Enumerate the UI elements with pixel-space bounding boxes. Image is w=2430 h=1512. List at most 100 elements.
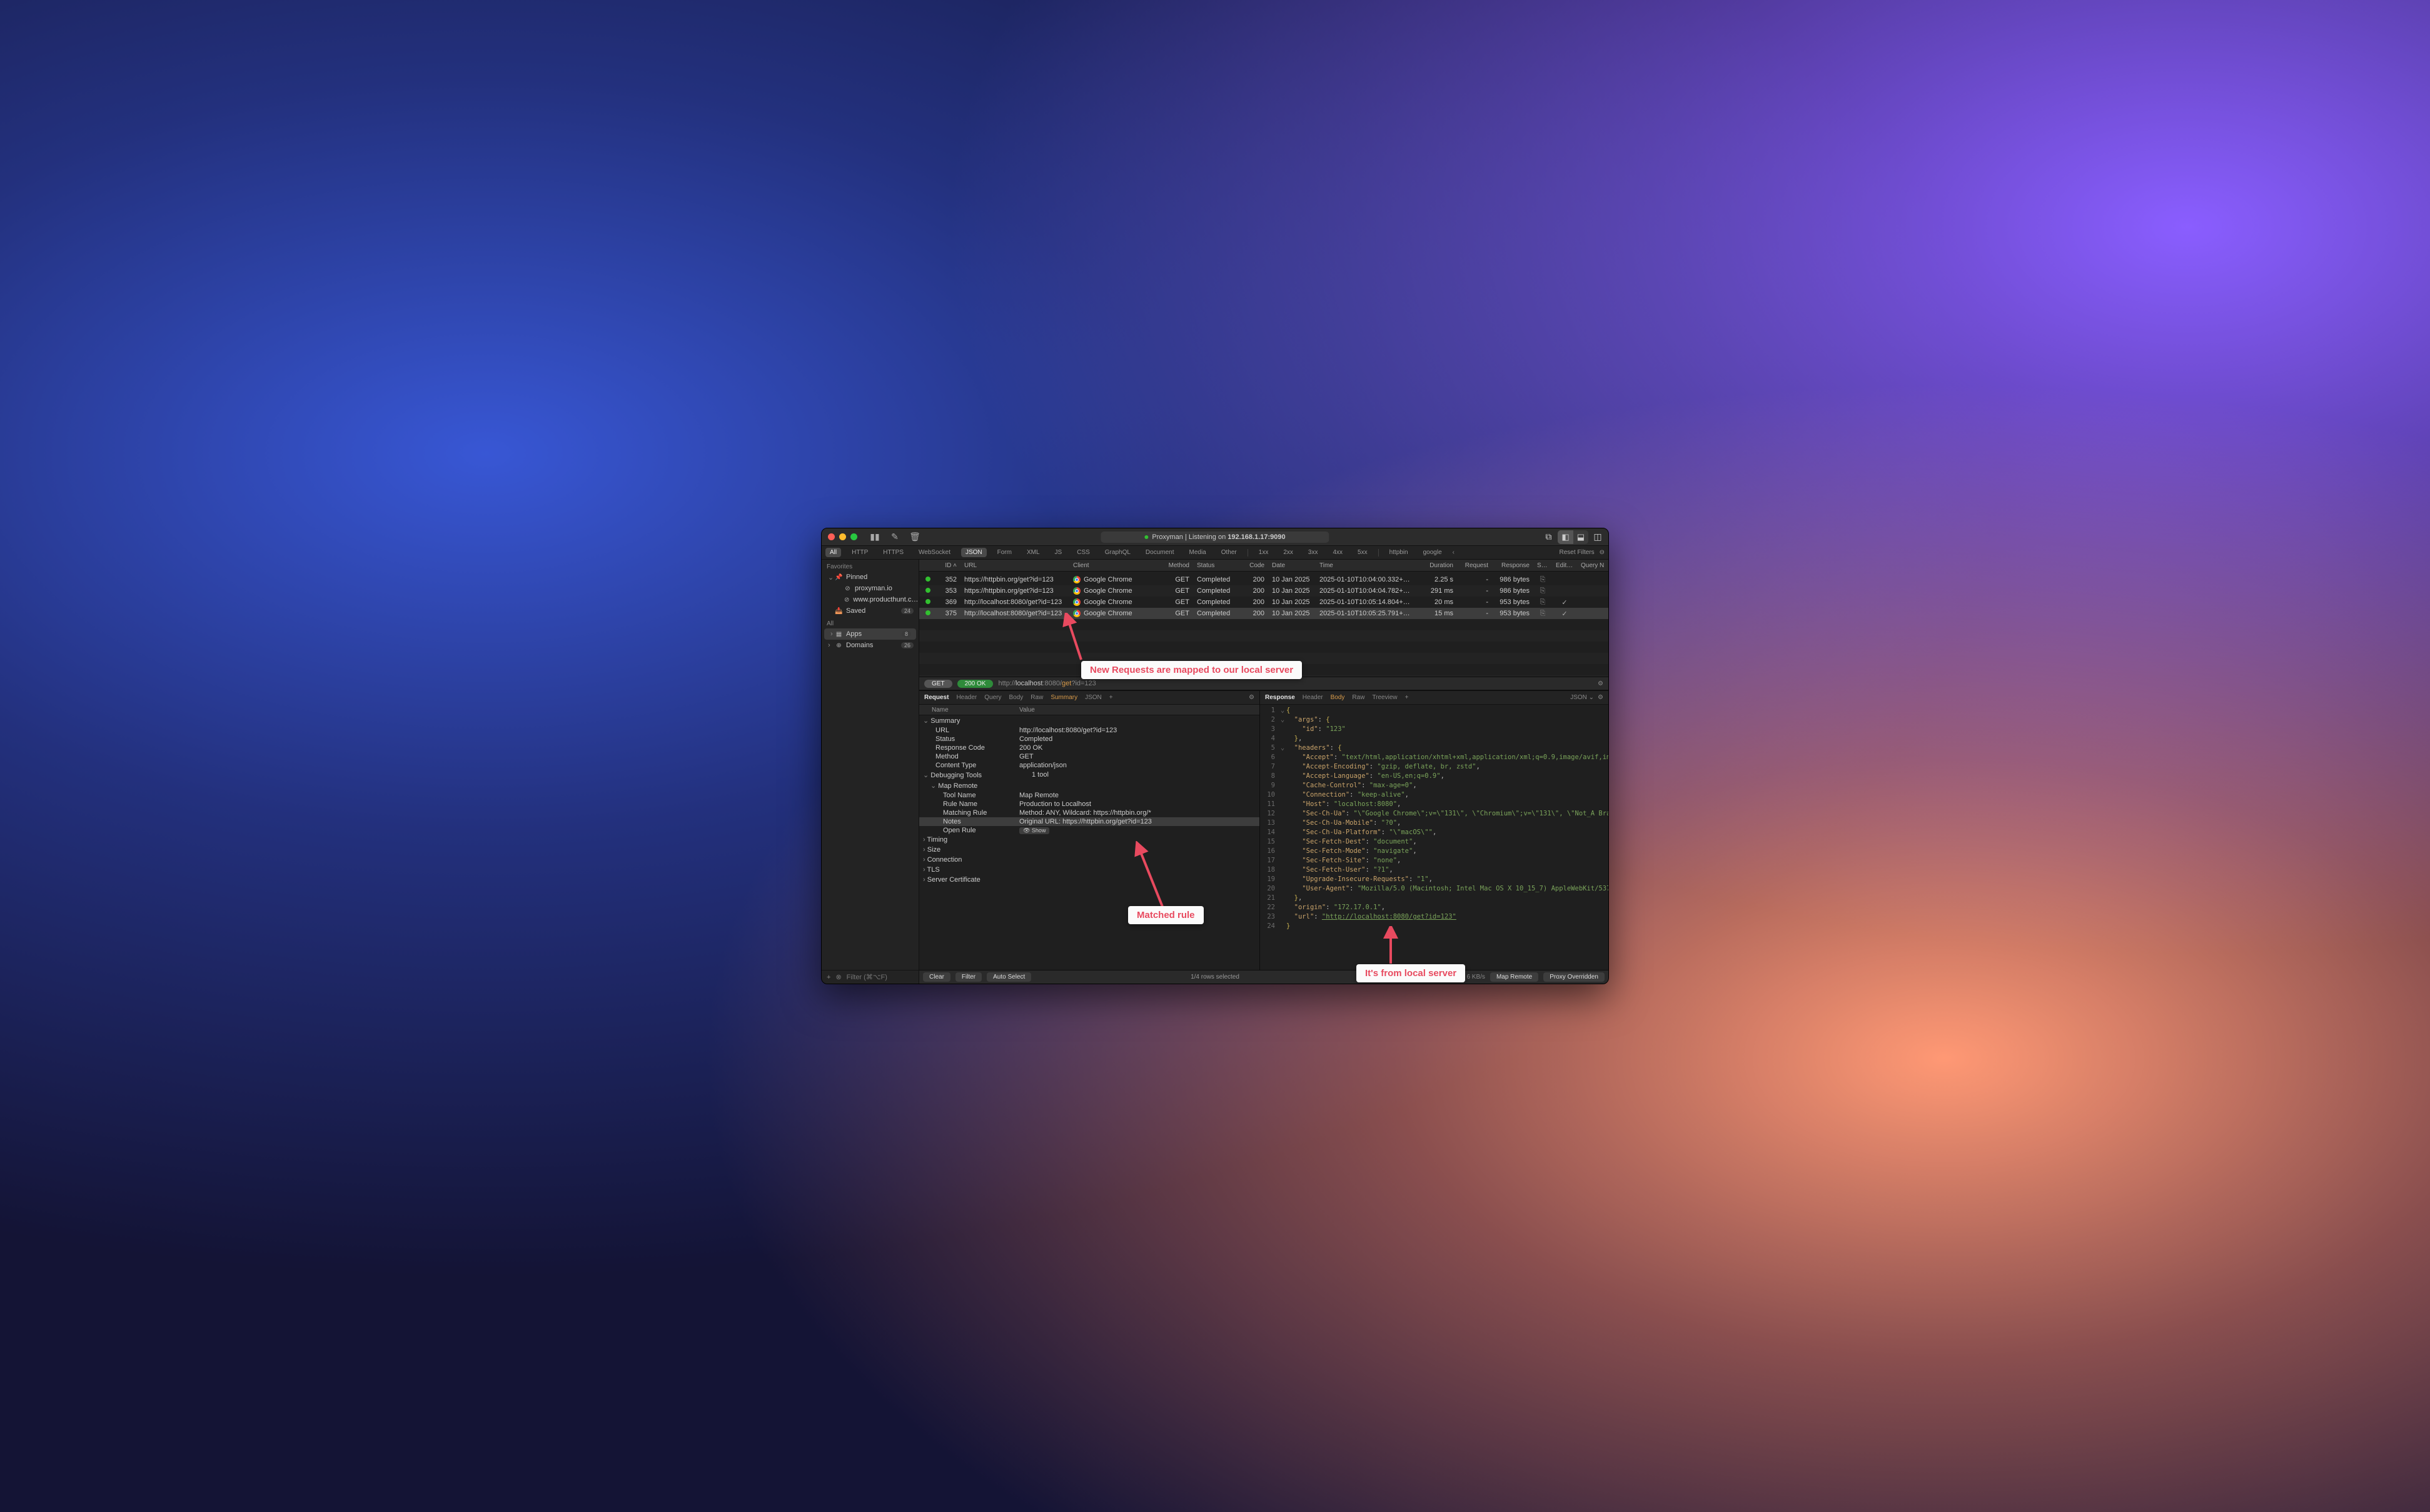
col-client[interactable]: Client	[1069, 562, 1157, 569]
res-tab-body[interactable]: Body	[1331, 694, 1345, 701]
trash-icon[interactable]: 🗑	[910, 533, 919, 542]
filter-tab-js[interactable]: JS	[1051, 548, 1067, 557]
filter-tab-document[interactable]: Document	[1141, 548, 1179, 557]
filter-tab-5xx[interactable]: 5xx	[1353, 548, 1372, 557]
col-query[interactable]: Query N	[1577, 562, 1608, 569]
layout-bottom-icon[interactable]: ⬓	[1573, 530, 1588, 544]
filter-button[interactable]: Filter	[955, 972, 982, 982]
kv-section[interactable]: Size	[919, 845, 1259, 855]
col-method[interactable]: Method	[1157, 562, 1193, 569]
add-button[interactable]: +	[827, 974, 830, 981]
kv-section[interactable]: Summary	[919, 715, 1259, 726]
kv-section[interactable]: Timing	[919, 835, 1259, 845]
kv-row[interactable]: Open Rule👁 Show	[919, 826, 1259, 835]
filter-tab-graphql[interactable]: GraphQL	[1101, 548, 1135, 557]
filter-tab-websocket[interactable]: WebSocket	[914, 548, 955, 557]
add-tab-icon[interactable]: +	[1109, 694, 1113, 701]
col-url[interactable]: URL	[960, 562, 1069, 569]
col-id[interactable]: ID ˄	[933, 562, 960, 569]
reset-filters-button[interactable]: Reset Filters	[1559, 549, 1594, 556]
filter-tab-3xx[interactable]: 3xx	[1304, 548, 1323, 557]
res-tab-header[interactable]: Header	[1303, 694, 1323, 701]
pinned-item[interactable]: ⊘proxyman.io	[822, 583, 919, 594]
filter-tab-http[interactable]: HTTP	[847, 548, 872, 557]
kv-row[interactable]: NotesOriginal URL: https://httpbin.org/g…	[919, 817, 1259, 826]
filter-tab-4xx[interactable]: 4xx	[1328, 548, 1347, 557]
req-tab-json[interactable]: JSON	[1085, 694, 1102, 701]
table-row[interactable]: 353https://httpbin.org/get?id=123Google …	[919, 585, 1608, 597]
zoom-window-button[interactable]	[850, 533, 857, 540]
filter-tab-media[interactable]: Media	[1185, 548, 1211, 557]
col-status[interactable]: Status	[1193, 562, 1237, 569]
kv-row[interactable]: MethodGET	[919, 752, 1259, 761]
json-viewer[interactable]: 1⌄{2⌄ "args": {3 "id": "123"4 },5⌄ "head…	[1260, 705, 1608, 970]
auto-select-button[interactable]: Auto Select	[987, 972, 1031, 982]
filter-tab-https[interactable]: HTTPS	[879, 548, 908, 557]
filter-tab-xml[interactable]: XML	[1022, 548, 1044, 557]
kv-section[interactable]: Server Certificate	[919, 875, 1259, 885]
proxy-overridden-button[interactable]: Proxy Overridden	[1543, 972, 1605, 982]
filter-tab-form[interactable]: Form	[993, 548, 1016, 557]
req-tab-query[interactable]: Query	[984, 694, 1001, 701]
res-tab-raw[interactable]: Raw	[1352, 694, 1364, 701]
clear-button[interactable]: Clear	[923, 972, 950, 982]
pip-icon[interactable]: ⧉	[1544, 533, 1553, 542]
map-remote-button[interactable]: Map Remote	[1490, 972, 1538, 982]
show-button[interactable]: 👁 Show	[1019, 827, 1049, 834]
panel-icon[interactable]: ◫	[1593, 533, 1602, 542]
kv-row[interactable]: Content Typeapplication/json	[919, 761, 1259, 770]
col-date[interactable]: Date	[1268, 562, 1316, 569]
pinned-item[interactable]: ⊘www.producthunt.c…	[822, 594, 919, 605]
filter-settings-icon[interactable]: ⊖	[1600, 549, 1605, 556]
kv-section[interactable]: Connection	[919, 855, 1259, 865]
compose-icon[interactable]: ✎	[890, 533, 899, 542]
pinned-group[interactable]: 📌 Pinned	[822, 572, 919, 583]
kv-row[interactable]: Matching RuleMethod: ANY, Wildcard: http…	[919, 809, 1259, 817]
col-ssl[interactable]: SSL	[1533, 562, 1552, 569]
pane-settings-icon[interactable]: ⚙	[1598, 694, 1603, 701]
req-tab-body[interactable]: Body	[1009, 694, 1024, 701]
domains-group[interactable]: ⊕ Domains 26	[822, 640, 919, 651]
format-dropdown[interactable]: JSON ⌄	[1570, 694, 1594, 701]
saved-group[interactable]: 📥 Saved 24	[822, 605, 919, 617]
filter-tab-google[interactable]: google	[1419, 548, 1446, 557]
pane-settings-icon[interactable]: ⚙	[1249, 694, 1254, 701]
col-time[interactable]: Time	[1316, 562, 1416, 569]
req-tab-summary[interactable]: Summary	[1051, 694, 1077, 701]
kv-section[interactable]: TLS	[919, 865, 1259, 875]
filter-tab-1xx[interactable]: 1xx	[1254, 548, 1273, 557]
kv-row[interactable]: Rule NameProduction to Localhost	[919, 800, 1259, 809]
filter-tab-2xx[interactable]: 2xx	[1279, 548, 1298, 557]
res-tab-treeview[interactable]: Treeview	[1372, 694, 1397, 701]
layout-segmented[interactable]: ◧ ⬓	[1558, 530, 1588, 544]
col-response[interactable]: Response	[1492, 562, 1533, 569]
kv-row[interactable]: StatusCompleted	[919, 735, 1259, 743]
detail-settings-icon[interactable]: ⚙	[1598, 680, 1603, 687]
kv-section[interactable]: Debugging Tools1 tool	[919, 770, 1259, 780]
minimize-window-button[interactable]	[839, 533, 846, 540]
filter-tab-httpbin[interactable]: httpbin	[1385, 548, 1413, 557]
col-edited[interactable]: Edited	[1552, 562, 1577, 569]
table-row[interactable]: 369http://localhost:8080/get?id=123Googl…	[919, 597, 1608, 608]
filter-tab-css[interactable]: CSS	[1072, 548, 1094, 557]
req-tab-header[interactable]: Header	[956, 694, 977, 701]
kv-row[interactable]: URLhttp://localhost:8080/get?id=123	[919, 726, 1259, 735]
col-duration[interactable]: Duration	[1416, 562, 1457, 569]
table-row[interactable]: 352https://httpbin.org/get?id=123Google …	[919, 574, 1608, 585]
add-tab-icon[interactable]: +	[1405, 694, 1409, 701]
kv-section[interactable]: Map Remote	[919, 780, 1259, 791]
layout-sidebar-icon[interactable]: ◧	[1558, 530, 1573, 544]
filter-tab-all[interactable]: All	[825, 548, 841, 557]
kv-row[interactable]: Tool NameMap Remote	[919, 791, 1259, 800]
close-window-button[interactable]	[828, 533, 835, 540]
req-tab-raw[interactable]: Raw	[1031, 694, 1043, 701]
table-row[interactable]: 375http://localhost:8080/get?id=123Googl…	[919, 608, 1608, 619]
pause-icon[interactable]: ▮▮	[870, 533, 879, 542]
apps-group[interactable]: ▦ Apps 8	[824, 628, 916, 640]
kv-row[interactable]: Response Code200 OK	[919, 743, 1259, 752]
col-request[interactable]: Request	[1457, 562, 1492, 569]
filter-scroll-icon[interactable]: ‹	[1453, 549, 1454, 556]
filter-tab-other[interactable]: Other	[1217, 548, 1241, 557]
col-code[interactable]: Code	[1237, 562, 1268, 569]
filter-tab-json[interactable]: JSON	[961, 548, 987, 557]
